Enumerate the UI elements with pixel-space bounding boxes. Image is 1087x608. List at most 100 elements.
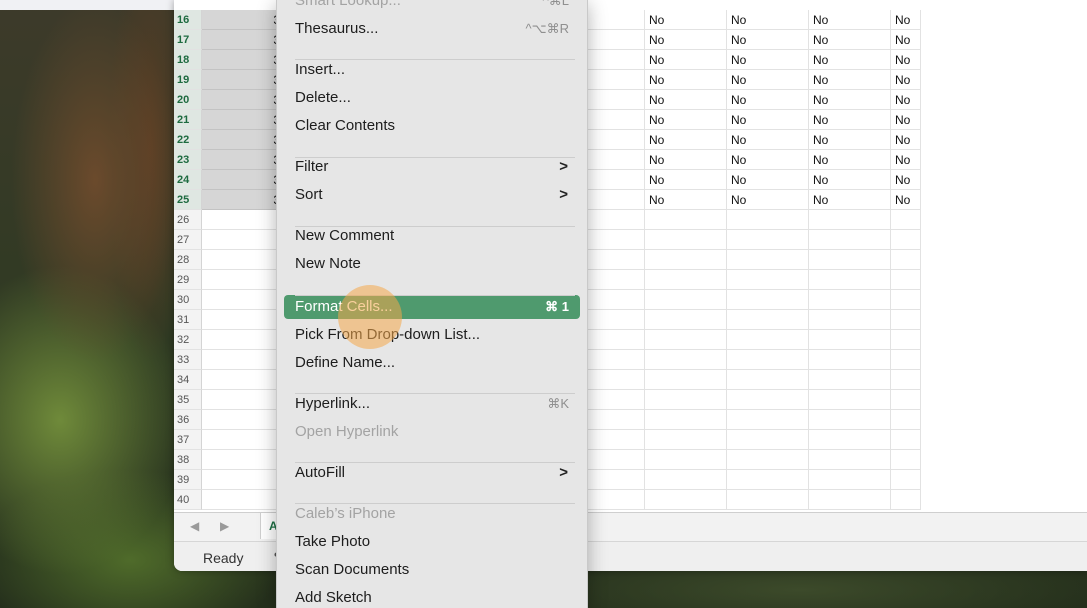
cell-i[interactable] — [891, 250, 921, 270]
cell-f[interactable] — [645, 210, 727, 230]
cell-i[interactable]: No — [891, 50, 921, 70]
cell-f[interactable] — [645, 350, 727, 370]
row-header[interactable]: 33 — [174, 350, 202, 370]
cell-a[interactable] — [202, 230, 284, 250]
cell-f[interactable] — [645, 290, 727, 310]
row-header[interactable]: 38 — [174, 450, 202, 470]
cell-g[interactable]: No — [727, 170, 809, 190]
cell-f[interactable] — [645, 330, 727, 350]
cell-i[interactable]: No — [891, 190, 921, 210]
cell-i[interactable] — [891, 350, 921, 370]
cell-i[interactable]: No — [891, 90, 921, 110]
menu-item-format-cells[interactable]: Format Cells... ⌘ 1 — [284, 295, 580, 319]
menu-item-pick-from-drop-down-list[interactable]: Pick From Drop-down List... — [284, 323, 580, 347]
row-header[interactable]: 32 — [174, 330, 202, 350]
cell-i[interactable] — [891, 410, 921, 430]
menu-item-add-sketch[interactable]: Add Sketch — [284, 586, 580, 608]
cell-h[interactable] — [809, 250, 891, 270]
cell-i[interactable]: No — [891, 130, 921, 150]
cell-h[interactable]: No — [809, 190, 891, 210]
cell-h[interactable]: No — [809, 130, 891, 150]
cell-a[interactable]: 3 — [202, 90, 284, 110]
cell-g[interactable] — [727, 270, 809, 290]
row-header[interactable]: 36 — [174, 410, 202, 430]
menu-item-thesaurus[interactable]: Thesaurus... ^⌥⌘R — [284, 17, 580, 41]
cell-h[interactable] — [809, 330, 891, 350]
cell-a[interactable]: 3 — [202, 130, 284, 150]
cell-h[interactable]: No — [809, 10, 891, 30]
cell-h[interactable] — [809, 490, 891, 510]
row-header[interactable]: 26 — [174, 210, 202, 230]
cell-f[interactable] — [645, 370, 727, 390]
cell-i[interactable]: No — [891, 170, 921, 190]
cell-i[interactable] — [891, 470, 921, 490]
cell-g[interactable]: No — [727, 130, 809, 150]
cell-i[interactable] — [891, 210, 921, 230]
cell-h[interactable]: No — [809, 30, 891, 50]
cell-f[interactable] — [645, 250, 727, 270]
cell-g[interactable]: No — [727, 150, 809, 170]
cell-f[interactable] — [645, 310, 727, 330]
cell-f[interactable]: No — [645, 110, 727, 130]
cell-f[interactable] — [645, 390, 727, 410]
cell-g[interactable] — [727, 390, 809, 410]
cell-f[interactable] — [645, 270, 727, 290]
cell-h[interactable] — [809, 210, 891, 230]
cell-a[interactable] — [202, 210, 284, 230]
cell-a[interactable]: 3 — [202, 30, 284, 50]
cell-a[interactable] — [202, 470, 284, 490]
cell-g[interactable]: No — [727, 10, 809, 30]
cell-i[interactable] — [891, 390, 921, 410]
cell-g[interactable]: No — [727, 50, 809, 70]
cell-f[interactable] — [645, 410, 727, 430]
menu-item-scan-documents[interactable]: Scan Documents — [284, 558, 580, 582]
cell-g[interactable]: No — [727, 30, 809, 50]
cell-g[interactable] — [727, 230, 809, 250]
prev-sheet-icon[interactable]: ◀ — [190, 519, 199, 533]
cell-a[interactable]: 3 — [202, 50, 284, 70]
cell-a[interactable]: 3 — [202, 10, 284, 30]
row-header[interactable]: 19 — [174, 70, 202, 90]
cell-g[interactable]: No — [727, 110, 809, 130]
cell-a[interactable] — [202, 370, 284, 390]
row-header[interactable]: 27 — [174, 230, 202, 250]
row-header[interactable]: 37 — [174, 430, 202, 450]
row-header[interactable]: 29 — [174, 270, 202, 290]
cell-h[interactable] — [809, 390, 891, 410]
menu-item-new-comment[interactable]: New Comment — [284, 224, 580, 248]
cell-h[interactable] — [809, 450, 891, 470]
cell-h[interactable]: No — [809, 110, 891, 130]
cell-a[interactable]: 3 — [202, 170, 284, 190]
cell-h[interactable] — [809, 410, 891, 430]
cell-h[interactable]: No — [809, 170, 891, 190]
cell-g[interactable] — [727, 450, 809, 470]
cell-i[interactable] — [891, 450, 921, 470]
cell-g[interactable] — [727, 330, 809, 350]
menu-item-sort[interactable]: Sort > — [284, 183, 580, 207]
menu-item-take-photo[interactable]: Take Photo — [284, 530, 580, 554]
next-sheet-icon[interactable]: ▶ — [220, 519, 229, 533]
cell-i[interactable] — [891, 290, 921, 310]
cell-g[interactable] — [727, 370, 809, 390]
row-header[interactable]: 40 — [174, 490, 202, 510]
row-header[interactable]: 28 — [174, 250, 202, 270]
cell-a[interactable]: 3 — [202, 150, 284, 170]
cell-f[interactable]: No — [645, 50, 727, 70]
cell-h[interactable] — [809, 370, 891, 390]
cell-h[interactable] — [809, 350, 891, 370]
cell-f[interactable]: No — [645, 90, 727, 110]
cell-a[interactable] — [202, 350, 284, 370]
cell-f[interactable] — [645, 470, 727, 490]
cell-f[interactable]: No — [645, 150, 727, 170]
cell-h[interactable] — [809, 310, 891, 330]
menu-item-filter[interactable]: Filter > — [284, 155, 580, 179]
menu-item-hyperlink[interactable]: Hyperlink... ⌘K — [284, 392, 580, 416]
cell-g[interactable] — [727, 410, 809, 430]
cell-h[interactable] — [809, 230, 891, 250]
cell-g[interactable] — [727, 470, 809, 490]
cell-h[interactable] — [809, 270, 891, 290]
row-header[interactable]: 25 — [174, 190, 202, 210]
menu-item-autofill[interactable]: AutoFill > — [284, 461, 580, 485]
cell-f[interactable] — [645, 490, 727, 510]
cell-a[interactable] — [202, 270, 284, 290]
